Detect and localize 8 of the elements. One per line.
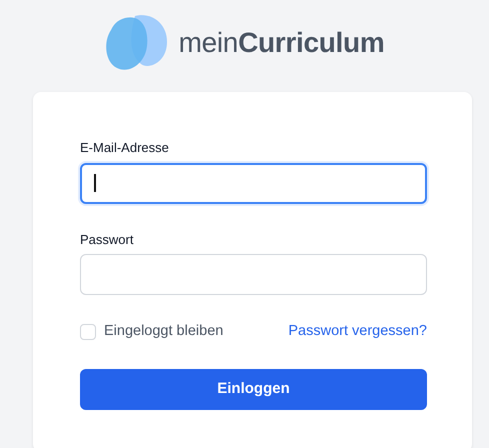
input-field[interactable] <box>80 162 427 204</box>
checkbox[interactable] <box>80 324 96 340</box>
checkbox-label: Eingeloggt bleiben <box>104 322 224 341</box>
login-button[interactable]: Einloggen <box>80 368 427 410</box>
field-label: Passwort <box>80 230 134 248</box>
logo-text: meinCurriculum <box>178 26 384 60</box>
forgot-password-link[interactable]: Passwort vergessen? <box>288 321 427 343</box>
field-label: E-Mail-Adresse <box>80 139 170 157</box>
